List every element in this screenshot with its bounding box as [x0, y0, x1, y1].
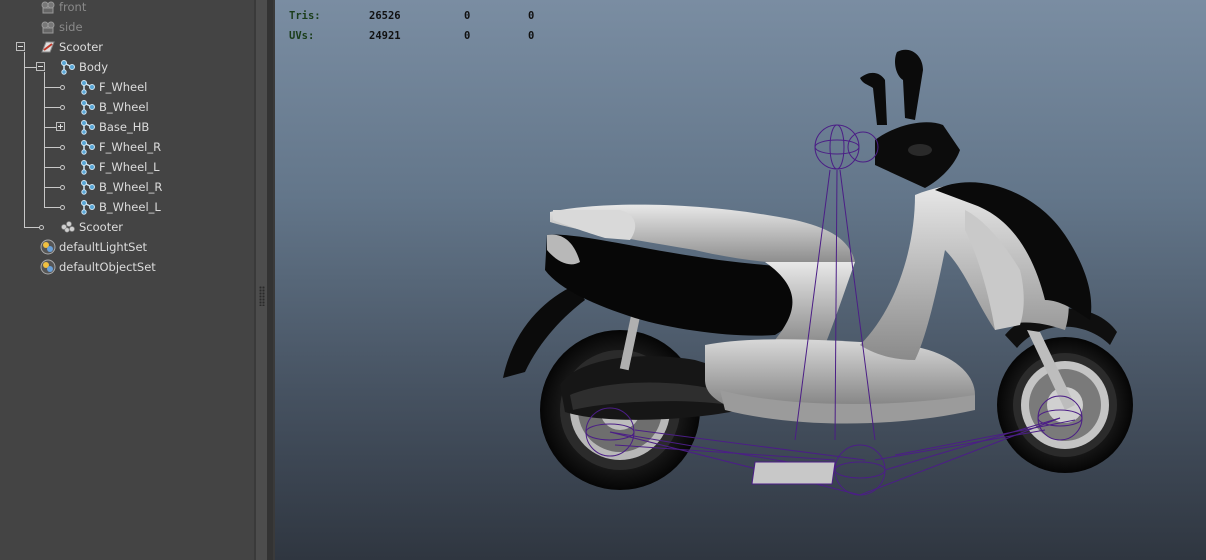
outliner-item-label: side: [59, 20, 83, 34]
tree-leaf-dot: [39, 225, 44, 230]
tree-line: [24, 67, 36, 68]
outliner-item-scooter-mesh[interactable]: Scooter: [60, 217, 123, 237]
outliner-item-label: Body: [79, 60, 109, 74]
outliner-item-base-hb[interactable]: Base_HB: [80, 117, 149, 137]
tree-leaf-dot: [60, 165, 65, 170]
outliner-item-f-wheel-r[interactable]: F_Wheel_R: [80, 137, 161, 157]
base-handle-plate: [751, 461, 836, 485]
expand-toggle-base-hb[interactable]: [56, 122, 65, 131]
joint-icon: [60, 59, 76, 75]
collapse-toggle-scooter[interactable]: [16, 42, 25, 51]
tree-leaf-dot: [60, 85, 65, 90]
outliner-item-b-wheel[interactable]: B_Wheel: [80, 97, 149, 117]
tree-leaf-dot: [60, 105, 65, 110]
outliner-panel: front side Scooter Body F_Wheel B_Wheel: [0, 0, 254, 560]
outliner-item-label: defaultLightSet: [59, 240, 148, 254]
outliner-item-b-wheel-l[interactable]: B_Wheel_L: [80, 197, 161, 217]
outliner-item-body[interactable]: Body: [60, 57, 108, 77]
tree-leaf-dot: [60, 145, 65, 150]
tree-line: [24, 52, 25, 228]
splitter-track: [256, 0, 267, 560]
handlebar-joint: [814, 124, 860, 170]
outliner-item-label: F_Wheel_R: [99, 140, 162, 154]
splitter-grip-handle[interactable]: [259, 286, 265, 306]
joint-icon: [80, 79, 96, 95]
joint-icon: [80, 139, 96, 155]
outliner-item-label: B_Wheel_L: [99, 200, 161, 214]
group-transform-icon: [40, 39, 56, 55]
outliner-item-label: front: [59, 0, 87, 14]
collapse-toggle-body[interactable]: [36, 62, 45, 71]
outliner-item-side[interactable]: side: [40, 17, 83, 37]
outliner-item-label: F_Wheel: [99, 80, 148, 94]
outliner-item-label: defaultObjectSet: [59, 260, 156, 274]
outliner-item-f-wheel[interactable]: F_Wheel: [80, 77, 147, 97]
rig-wireframe[interactable]: [275, 0, 1206, 560]
panel-splitter[interactable]: [254, 0, 275, 560]
mesh-icon: [60, 219, 76, 235]
tree-line: [24, 227, 40, 228]
joint-icon: [80, 179, 96, 195]
tree-line: [44, 127, 56, 128]
tree-leaf-dot: [60, 185, 65, 190]
joint-icon: [80, 199, 96, 215]
camera-icon: [40, 19, 56, 35]
set-icon: [40, 259, 56, 275]
base-joint: [834, 444, 886, 496]
joint-icon: [80, 119, 96, 135]
splitter-edge: [267, 0, 273, 560]
outliner-item-default-object-set[interactable]: defaultObjectSet: [40, 257, 156, 277]
joint-icon: [80, 159, 96, 175]
viewport-3d[interactable]: Tris: 26526 0 0 UVs: 24921 0 0: [275, 0, 1206, 560]
outliner-item-label: Scooter: [59, 40, 104, 54]
outliner-item-scooter-group[interactable]: Scooter: [40, 37, 103, 57]
outliner-item-f-wheel-l[interactable]: F_Wheel_L: [80, 157, 160, 177]
outliner-item-b-wheel-r[interactable]: B_Wheel_R: [80, 177, 162, 197]
camera-icon: [40, 0, 56, 15]
outliner-item-label: F_Wheel_L: [99, 160, 160, 174]
outliner-item-label: Base_HB: [99, 120, 150, 134]
tree-leaf-dot: [60, 205, 65, 210]
outliner-item-front[interactable]: front: [40, 0, 86, 17]
outliner-item-label: B_Wheel: [99, 100, 149, 114]
joint-icon: [80, 99, 96, 115]
set-icon: [40, 239, 56, 255]
outliner-item-default-light-set[interactable]: defaultLightSet: [40, 237, 147, 257]
outliner-item-label: B_Wheel_R: [99, 180, 163, 194]
outliner-item-label: Scooter: [79, 220, 124, 234]
